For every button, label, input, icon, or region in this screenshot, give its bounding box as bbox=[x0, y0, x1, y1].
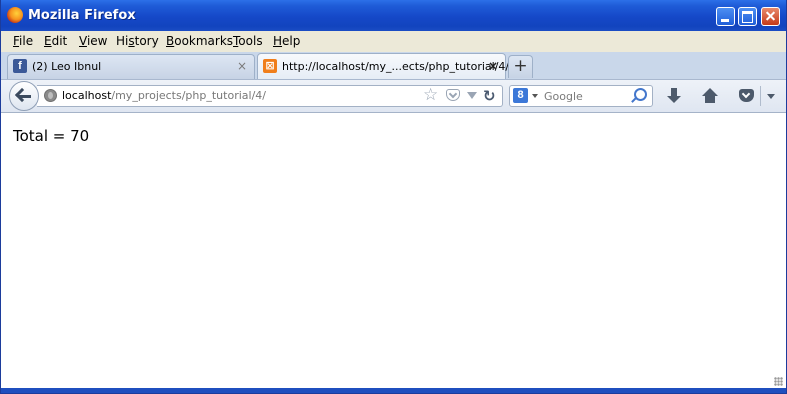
globe-icon bbox=[44, 89, 57, 102]
tab-close-icon[interactable]: × bbox=[488, 59, 498, 73]
reload-icon[interactable]: ↻ bbox=[483, 87, 496, 105]
total-text: Total = 70 bbox=[13, 127, 90, 145]
menu-file[interactable]: File bbox=[13, 34, 33, 48]
navigation-toolbar: localhost/my_projects/php_tutorial/4/ ☆ … bbox=[1, 79, 786, 113]
pocket-save-icon[interactable] bbox=[446, 89, 460, 101]
maximize-button[interactable] bbox=[738, 7, 757, 26]
pocket-icon[interactable] bbox=[739, 89, 754, 102]
menu-help[interactable]: Help bbox=[273, 34, 300, 48]
url-bar[interactable]: localhost/my_projects/php_tutorial/4/ ☆ … bbox=[37, 85, 503, 107]
menu-edit[interactable]: Edit bbox=[44, 34, 67, 48]
firefox-window: Mozilla Firefox File Edit View History B… bbox=[0, 0, 787, 394]
facebook-icon: f bbox=[13, 59, 27, 73]
window-title: Mozilla Firefox bbox=[28, 8, 136, 23]
tab-localhost[interactable]: ⊠ http://localhost/my_...ects/php_tutori… bbox=[257, 53, 510, 79]
minimize-button[interactable] bbox=[716, 7, 735, 26]
back-button[interactable] bbox=[9, 81, 39, 111]
title-bar[interactable]: Mozilla Firefox bbox=[1, 0, 786, 31]
tab-close-icon[interactable]: × bbox=[237, 59, 247, 73]
url-host: localhost bbox=[62, 89, 112, 102]
page-content: Total = 70 bbox=[1, 113, 786, 388]
tab-strip: f (2) Leo Ibnul × ⊠ http://localhost/my_… bbox=[1, 52, 786, 79]
search-engine-icon[interactable]: 8 bbox=[513, 88, 528, 103]
url-text[interactable]: localhost/my_projects/php_tutorial/4/ bbox=[62, 89, 266, 102]
firefox-icon bbox=[7, 7, 23, 23]
search-icon[interactable] bbox=[634, 88, 647, 101]
menu-history[interactable]: History bbox=[116, 34, 159, 48]
tab-facebook[interactable]: f (2) Leo Ibnul × bbox=[7, 54, 255, 79]
tab-label: (2) Leo Ibnul bbox=[32, 60, 102, 73]
history-dropdown-icon[interactable] bbox=[467, 92, 477, 99]
tab-label: http://localhost/my_...ects/php_tutorial… bbox=[282, 60, 510, 73]
menu-bar: File Edit View History Bookmarks Tools H… bbox=[1, 31, 786, 53]
search-bar[interactable]: 8 Google bbox=[509, 85, 653, 107]
menu-tools[interactable]: Tools bbox=[233, 34, 263, 48]
resize-grip-icon[interactable] bbox=[774, 377, 783, 386]
new-tab-button[interactable]: + bbox=[508, 55, 533, 78]
search-input[interactable]: Google bbox=[544, 90, 583, 103]
menu-view[interactable]: View bbox=[79, 34, 107, 48]
bookmark-star-icon[interactable]: ☆ bbox=[423, 85, 438, 105]
home-icon[interactable] bbox=[701, 88, 719, 104]
url-path: /my_projects/php_tutorial/4/ bbox=[111, 89, 266, 102]
window-bottom-border bbox=[1, 388, 786, 393]
chevron-down-icon[interactable] bbox=[767, 94, 775, 99]
menu-bookmarks[interactable]: Bookmarks bbox=[166, 34, 233, 48]
close-button[interactable] bbox=[761, 7, 780, 26]
search-engine-dropdown-icon[interactable] bbox=[532, 94, 538, 98]
xampp-icon: ⊠ bbox=[263, 59, 277, 73]
toolbar-divider bbox=[760, 86, 761, 106]
download-icon[interactable] bbox=[667, 88, 681, 104]
